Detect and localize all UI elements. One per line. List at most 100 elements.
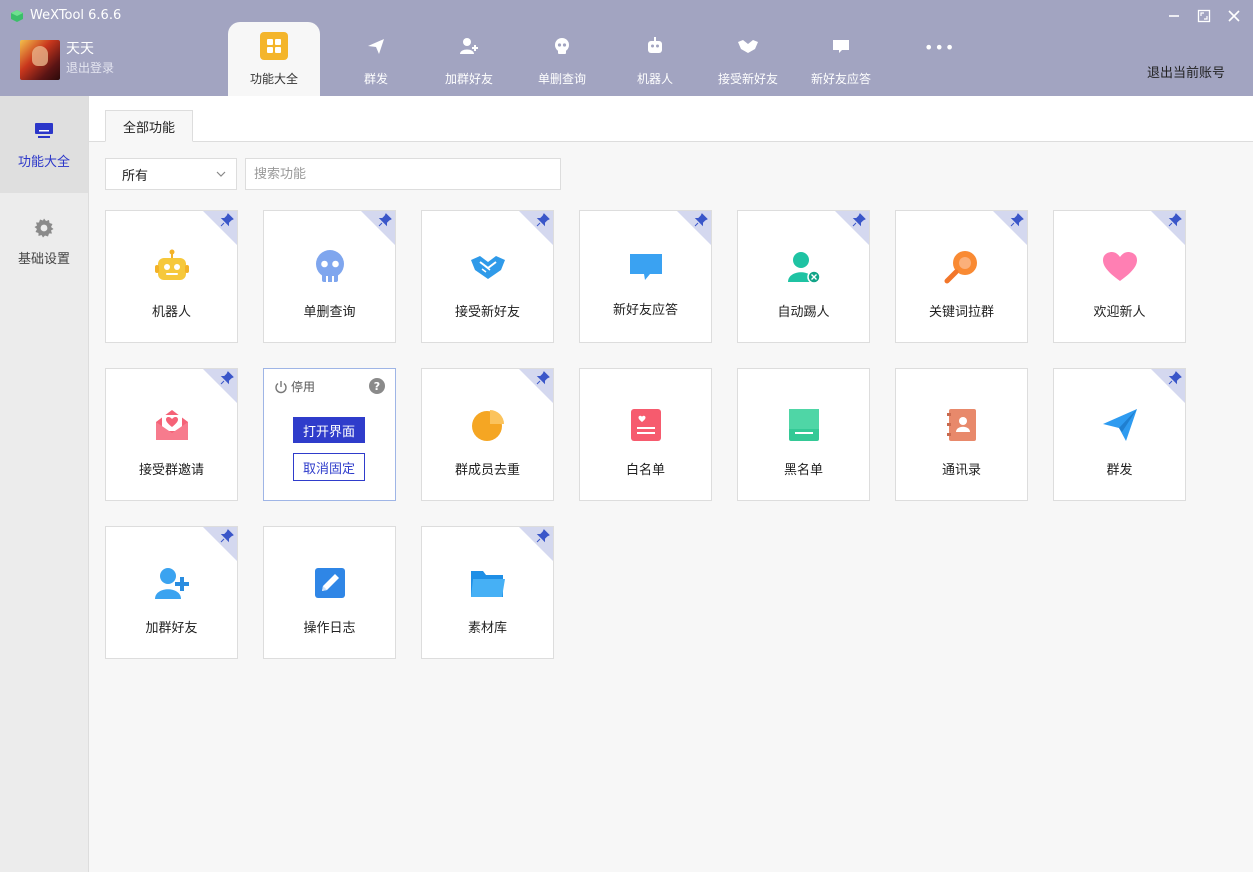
chevron-down-icon bbox=[216, 171, 226, 177]
apps-grid-icon bbox=[260, 32, 288, 60]
tab-new-friend-reply[interactable]: 新好友应答 bbox=[795, 22, 887, 96]
add-user-icon bbox=[455, 32, 483, 60]
send-plane-icon bbox=[362, 32, 390, 60]
tab-robot[interactable]: 机器人 bbox=[609, 22, 701, 96]
maximize-icon[interactable] bbox=[1192, 6, 1216, 26]
send-plane-icon bbox=[1100, 405, 1140, 445]
tab-add-group-friends[interactable]: 加群好友 bbox=[423, 22, 515, 96]
card-label: 机器人 bbox=[151, 305, 191, 320]
pin-icon[interactable] bbox=[536, 371, 550, 385]
logout-account-button[interactable]: 退出当前账号 bbox=[1147, 62, 1225, 81]
feature-card-dedupe-members[interactable]: 群成员去重 bbox=[421, 368, 554, 501]
heart-icon bbox=[1100, 247, 1140, 287]
feature-card-expanded-menu[interactable]: 停用 ? 打开界面 取消固定 bbox=[263, 368, 396, 501]
pin-icon[interactable] bbox=[220, 371, 234, 385]
feature-card-robot[interactable]: 机器人 bbox=[105, 210, 238, 343]
pin-icon[interactable] bbox=[536, 213, 550, 227]
app-logo-icon bbox=[11, 9, 23, 22]
disable-label: 停用 bbox=[291, 380, 316, 394]
pin-icon[interactable] bbox=[1168, 213, 1182, 227]
more-icon[interactable]: ••• bbox=[924, 38, 955, 57]
content-tab-strip: 全部功能 bbox=[89, 96, 1253, 142]
chat-bubble-icon bbox=[626, 247, 666, 287]
tab-mass-send[interactable]: 群发 bbox=[330, 22, 422, 96]
card-label: 群发 bbox=[1106, 463, 1133, 478]
pin-icon[interactable] bbox=[694, 213, 708, 227]
unpin-button[interactable]: 取消固定 bbox=[293, 453, 365, 481]
card-label: 白名单 bbox=[625, 463, 665, 478]
main-content: 全部功能 所有 机器人 单删查询 接受新好友 新好友 bbox=[89, 96, 1253, 872]
blacklist-icon bbox=[784, 405, 824, 445]
search-input[interactable] bbox=[245, 158, 561, 190]
contacts-book-icon bbox=[942, 405, 982, 445]
feature-card-whitelist[interactable]: 白名单 bbox=[579, 368, 712, 501]
card-label: 欢迎新人 bbox=[1093, 305, 1146, 320]
envelope-heart-icon bbox=[152, 405, 192, 445]
card-label: 黑名单 bbox=[783, 463, 823, 478]
robot-icon bbox=[152, 247, 192, 287]
disable-toggle[interactable]: 停用 bbox=[274, 378, 315, 395]
feature-card-contacts[interactable]: 通讯录 bbox=[895, 368, 1028, 501]
card-label: 关键词拉群 bbox=[928, 305, 994, 320]
monitor-icon bbox=[32, 119, 56, 143]
skull-icon bbox=[548, 32, 576, 60]
sidebar-item-label: 功能大全 bbox=[17, 155, 70, 170]
user-remove-icon bbox=[784, 247, 824, 287]
card-label: 自动踢人 bbox=[777, 305, 830, 320]
card-label: 接受新好友 bbox=[454, 305, 520, 320]
card-label: 新好友应答 bbox=[612, 303, 678, 318]
feature-card-new-friend-reply[interactable]: 新好友应答 bbox=[579, 210, 712, 343]
open-interface-button[interactable]: 打开界面 bbox=[293, 417, 365, 443]
avatar[interactable] bbox=[20, 40, 60, 80]
handshake-icon bbox=[734, 32, 762, 60]
minimize-icon[interactable] bbox=[1162, 6, 1186, 26]
tab-label: 单删查询 bbox=[537, 72, 586, 86]
tab-all-features[interactable]: 功能大全 bbox=[228, 22, 320, 96]
feature-card-accept-group-invite[interactable]: 接受群邀请 bbox=[105, 368, 238, 501]
feature-card-mass-send[interactable]: 群发 bbox=[1053, 368, 1186, 501]
pin-icon[interactable] bbox=[220, 529, 234, 543]
sidebar-item-all-features[interactable]: 功能大全 bbox=[0, 96, 88, 193]
tab-label: 群发 bbox=[363, 72, 388, 86]
user-name: 天天 bbox=[66, 41, 94, 57]
pin-icon[interactable] bbox=[1168, 371, 1182, 385]
feature-card-welcome-newcomers[interactable]: 欢迎新人 bbox=[1053, 210, 1186, 343]
pin-icon[interactable] bbox=[1010, 213, 1024, 227]
feature-card-add-group-friends[interactable]: 加群好友 bbox=[105, 526, 238, 659]
handshake-icon bbox=[468, 247, 508, 287]
sidebar-item-label: 基础设置 bbox=[17, 252, 70, 267]
feature-card-material-library[interactable]: 素材库 bbox=[421, 526, 554, 659]
tab-label: 加群好友 bbox=[444, 72, 493, 86]
folder-icon bbox=[468, 563, 508, 603]
help-icon[interactable]: ? bbox=[369, 378, 385, 394]
category-select[interactable]: 所有 bbox=[105, 158, 237, 190]
card-label: 操作日志 bbox=[303, 621, 356, 636]
feature-card-single-delete-check[interactable]: 单删查询 bbox=[263, 210, 396, 343]
search-magnifier-icon bbox=[942, 247, 982, 287]
card-label: 单删查询 bbox=[303, 305, 356, 320]
pin-icon[interactable] bbox=[852, 213, 866, 227]
pin-icon[interactable] bbox=[220, 213, 234, 227]
sidebar-item-basic-settings[interactable]: 基础设置 bbox=[0, 193, 88, 290]
feature-card-keyword-pull-group[interactable]: 关键词拉群 bbox=[895, 210, 1028, 343]
feature-card-auto-kick[interactable]: 自动踢人 bbox=[737, 210, 870, 343]
pin-icon[interactable] bbox=[378, 213, 392, 227]
skull-icon bbox=[310, 247, 350, 287]
app-title: WeXTool 6.6.6 bbox=[10, 8, 121, 23]
feature-card-operation-log[interactable]: 操作日志 bbox=[263, 526, 396, 659]
title-bar: WeXTool 6.6.6 天天 退出登录 功能大全 群发 加群好友 单删查询 … bbox=[0, 0, 1253, 96]
category-select-value: 所有 bbox=[122, 168, 149, 184]
tab-accept-new-friends[interactable]: 接受新好友 bbox=[702, 22, 794, 96]
pie-chart-icon bbox=[468, 405, 508, 445]
tab-single-delete-check[interactable]: 单删查询 bbox=[516, 22, 608, 96]
tab-label: 机器人 bbox=[636, 72, 673, 86]
logout-link[interactable]: 退出登录 bbox=[66, 58, 114, 78]
feature-card-blacklist[interactable]: 黑名单 bbox=[737, 368, 870, 501]
tab-all-functions[interactable]: 全部功能 bbox=[105, 110, 193, 142]
pin-icon[interactable] bbox=[536, 529, 550, 543]
edit-log-icon bbox=[310, 563, 350, 603]
feature-card-accept-new-friends[interactable]: 接受新好友 bbox=[421, 210, 554, 343]
chat-bubble-icon bbox=[827, 32, 855, 60]
whitelist-icon bbox=[626, 405, 666, 445]
close-icon[interactable] bbox=[1222, 6, 1246, 26]
